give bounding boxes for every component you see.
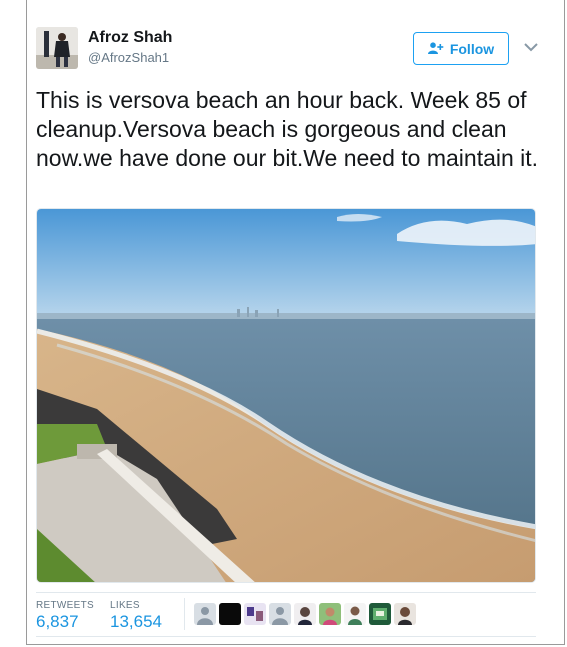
add-user-icon (427, 41, 444, 57)
liker-avatar-photo[interactable] (394, 603, 416, 625)
liker-avatar-black[interactable] (219, 603, 241, 625)
retweets-label: RETWEETS (36, 600, 94, 611)
beach-photo[interactable] (36, 208, 536, 583)
author-name[interactable]: Afroz Shah (88, 29, 172, 47)
stats-separator (184, 598, 185, 630)
stats-divider-bottom (36, 636, 536, 637)
retweets-count[interactable]: 6,837 (36, 612, 79, 632)
stats-divider-top (36, 592, 536, 593)
follow-label: Follow (449, 40, 495, 57)
likes-label: LIKES (110, 600, 140, 611)
liker-avatar-photo[interactable] (319, 603, 341, 625)
likes-count[interactable]: 13,654 (110, 612, 162, 632)
author-handle[interactable]: @AfrozShah1 (88, 50, 169, 65)
beach-photo-image (37, 209, 535, 582)
chevron-down-icon[interactable] (523, 40, 539, 52)
tweet-text: This is versova beach an hour back. Week… (36, 87, 539, 171)
liker-avatar-default[interactable] (269, 603, 291, 625)
liker-avatar-photo[interactable] (344, 603, 366, 625)
follow-button[interactable]: Follow (413, 32, 509, 65)
liker-avatar-photo[interactable] (369, 603, 391, 625)
liker-avatar-photo[interactable] (294, 603, 316, 625)
liker-avatar-photo[interactable] (244, 603, 266, 625)
liker-avatars (194, 603, 416, 625)
avatar[interactable] (36, 27, 78, 69)
liker-avatar-default[interactable] (194, 603, 216, 625)
avatar-image (36, 27, 78, 69)
